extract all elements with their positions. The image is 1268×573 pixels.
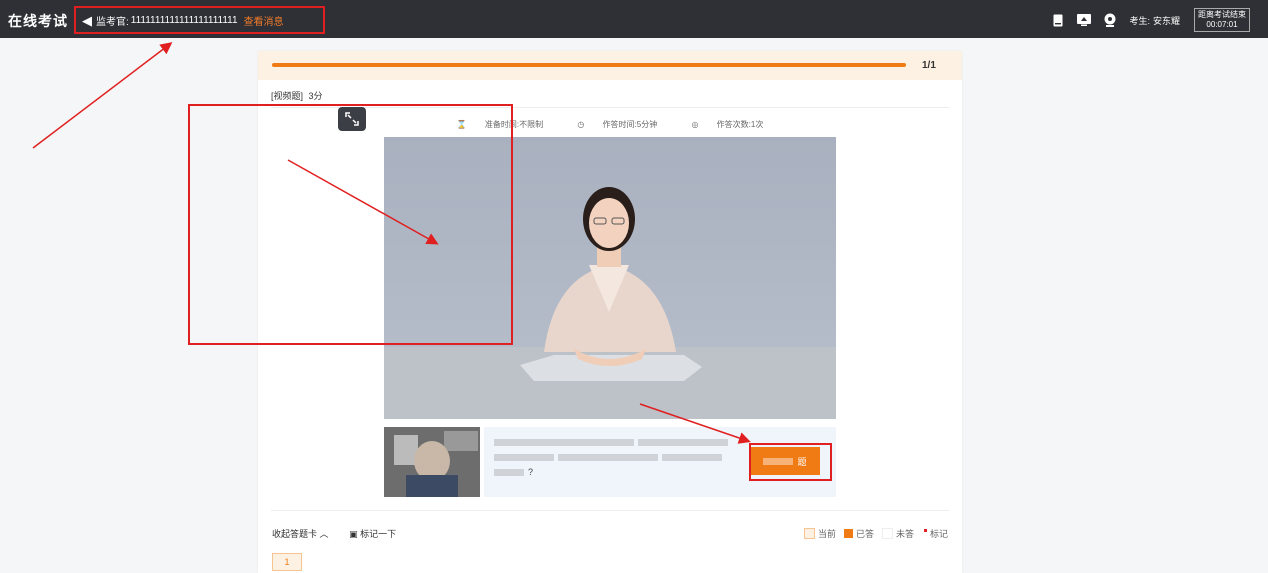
speaker-icon: ◀: [82, 12, 92, 28]
legend-unanswered: 未答: [895, 529, 914, 539]
screen-icon[interactable]: [1077, 13, 1092, 27]
examinee-name: 安东耀: [1152, 15, 1180, 26]
annotation-box-answer: [749, 443, 832, 481]
proctor-label: 监考官:: [96, 16, 129, 28]
question-text-end: ?: [528, 467, 534, 477]
attempts-text: 作答次数:1次: [716, 120, 764, 129]
legend-swatch-unanswered: [881, 528, 893, 539]
redacted-text: [638, 439, 728, 447]
examinee-label: 考生:: [1129, 15, 1150, 26]
redacted-text: [494, 469, 524, 477]
attempts-icon: ◎: [691, 120, 699, 129]
legend-current: 当前: [817, 529, 836, 539]
exam-timer: 距离考试结束 00:07:01: [1194, 8, 1250, 32]
view-message-link[interactable]: 查看消息: [244, 13, 284, 28]
annotation-box-video: [188, 104, 513, 345]
top-bar: 在线考试 ◀ 监考官: 1111111111111111111111 查看消息 …: [0, 0, 1268, 38]
mark-label: 标记一下: [360, 529, 397, 539]
proctor-notice: ◀ 监考官: 1111111111111111111111 查看消息: [74, 6, 325, 34]
webcam-feed-image: [384, 427, 480, 497]
legend-answered: 已答: [855, 529, 874, 539]
proctor-value: 1111111111111111111111: [130, 14, 238, 26]
question-score: 3分: [308, 91, 323, 101]
timer-value: 00:07:01: [1206, 20, 1238, 29]
divider: [271, 510, 949, 511]
timer-label: 距离考试结束: [1198, 10, 1246, 19]
answer-card-controls: 收起答题卡 ︿ ▣ 标记一下: [272, 527, 396, 540]
redacted-text: [558, 454, 658, 462]
collapse-label: 收起答题卡: [272, 529, 318, 539]
question-type: [视频题] 3分: [271, 89, 323, 102]
progress-area: 1/1: [258, 51, 962, 80]
chevron-up-icon: ︿: [319, 529, 329, 539]
collapse-answer-card[interactable]: 收起答题卡 ︿: [272, 529, 329, 539]
progress-count: 1/1: [922, 60, 936, 71]
progress-bar: [272, 63, 906, 67]
webcam-icon[interactable]: [1103, 13, 1117, 27]
redacted-text: [494, 439, 634, 447]
answer-card-question-1[interactable]: 1: [272, 553, 302, 571]
bookmark-icon: ▣: [349, 529, 358, 539]
webcam-preview: [384, 427, 480, 497]
top-right-tools: 考生: 安东耀 距离考试结束 00:07:01: [1051, 8, 1250, 32]
legend-marked: 标记: [929, 529, 948, 539]
app-title: 在线考试: [8, 13, 68, 29]
annotation-arrow: [32, 42, 173, 149]
document-icon[interactable]: [1051, 13, 1065, 27]
answer-time-text: 作答时间:5分钟: [602, 120, 658, 129]
mark-question[interactable]: ▣ 标记一下: [349, 529, 396, 539]
clock-icon: ◷: [577, 120, 585, 129]
legend-swatch-current: [803, 528, 815, 539]
legend-swatch-marked: [923, 529, 927, 532]
redacted-text: [494, 454, 554, 462]
redacted-text: [662, 454, 722, 462]
question-text: ?: [494, 435, 744, 480]
answer-legend: 当前 已答 未答 标记: [796, 527, 948, 540]
answer-time: ◷ 作答时间:5分钟: [569, 120, 665, 129]
fullscreen-exit-icon[interactable]: [338, 107, 366, 131]
attempts: ◎ 作答次数:1次: [683, 120, 771, 129]
legend-swatch-answered: [843, 529, 853, 538]
question-type-label: [视频题]: [271, 91, 304, 101]
